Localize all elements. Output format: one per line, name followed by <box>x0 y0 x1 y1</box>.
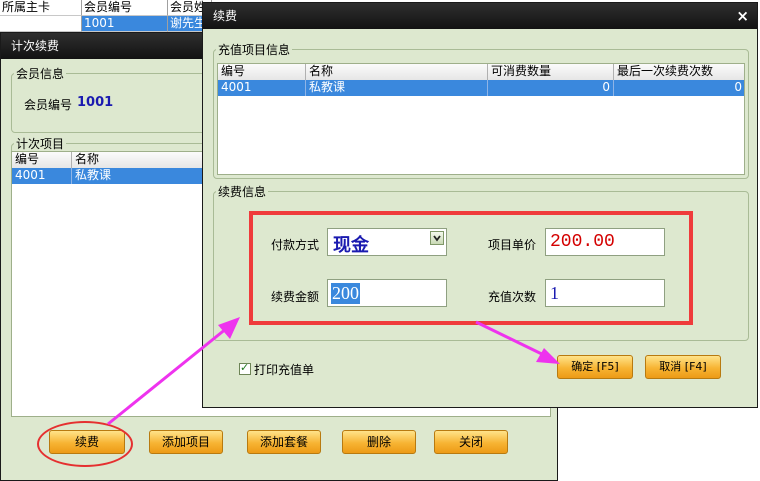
arrow-to-highlight-head <box>218 317 240 339</box>
arrow-to-confirm-head <box>536 348 560 364</box>
annotation-arrows <box>107 317 560 426</box>
arrow-to-highlight-line <box>107 322 233 426</box>
arrow-to-confirm-line <box>475 320 551 360</box>
